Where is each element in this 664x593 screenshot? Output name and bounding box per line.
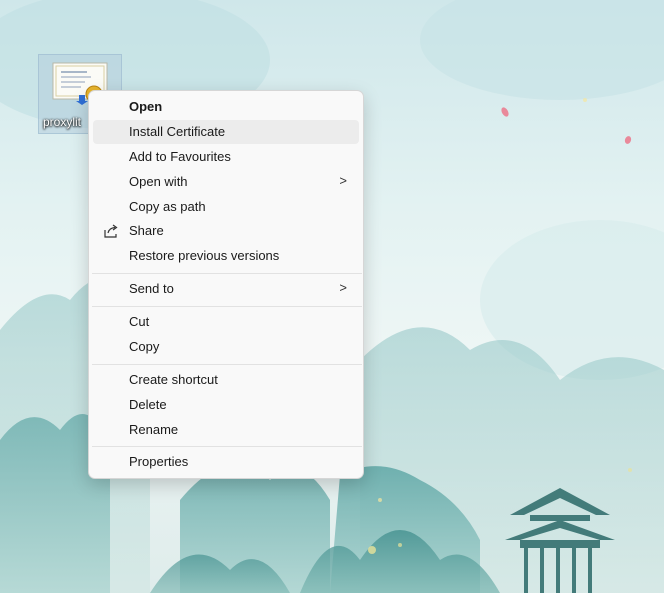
menu-item-label: Delete [129, 397, 167, 412]
menu-item-label: Open with [129, 174, 188, 189]
menu-item-send-to[interactable]: Send to > [93, 277, 359, 301]
menu-item-add-to-favourites[interactable]: Add to Favourites [93, 145, 359, 169]
menu-item-properties[interactable]: Properties [93, 450, 359, 474]
menu-item-label: Install Certificate [129, 124, 226, 139]
menu-item-label: Restore previous versions [129, 248, 280, 263]
menu-item-create-shortcut[interactable]: Create shortcut [93, 368, 359, 392]
share-icon [104, 224, 118, 238]
chevron-right-icon: > [339, 280, 347, 295]
menu-item-share[interactable]: Share [93, 219, 359, 243]
desktop-file-label: proxylit [43, 115, 82, 129]
menu-item-cut[interactable]: Cut [93, 310, 359, 334]
context-menu: Open Install Certificate Add to Favourit… [88, 90, 364, 479]
chevron-right-icon: > [339, 173, 347, 188]
menu-item-label: Send to [129, 281, 174, 296]
menu-item-open-with[interactable]: Open with > [93, 170, 359, 194]
menu-item-restore-previous-versions[interactable]: Restore previous versions [93, 244, 359, 268]
menu-item-label: Create shortcut [129, 372, 218, 387]
menu-item-label: Properties [129, 454, 189, 469]
menu-separator [92, 364, 362, 365]
menu-item-copy-as-path[interactable]: Copy as path [93, 195, 359, 219]
menu-separator [92, 446, 362, 447]
menu-separator [92, 306, 362, 307]
menu-separator [92, 273, 362, 274]
menu-item-delete[interactable]: Delete [93, 393, 359, 417]
menu-item-open[interactable]: Open [93, 95, 359, 119]
menu-item-label: Copy as path [129, 199, 206, 214]
desktop[interactable]: proxylit Open Install Certificate Add to… [0, 0, 664, 593]
menu-item-label: Copy [129, 339, 160, 354]
menu-item-label: Cut [129, 314, 150, 329]
menu-item-label: Add to Favourites [129, 149, 231, 164]
menu-item-label: Share [129, 223, 164, 238]
menu-item-copy[interactable]: Copy [93, 335, 359, 359]
menu-item-label: Open [129, 99, 163, 114]
menu-item-label: Rename [129, 422, 179, 437]
menu-item-rename[interactable]: Rename [93, 418, 359, 442]
menu-item-install-certificate[interactable]: Install Certificate [93, 120, 359, 144]
